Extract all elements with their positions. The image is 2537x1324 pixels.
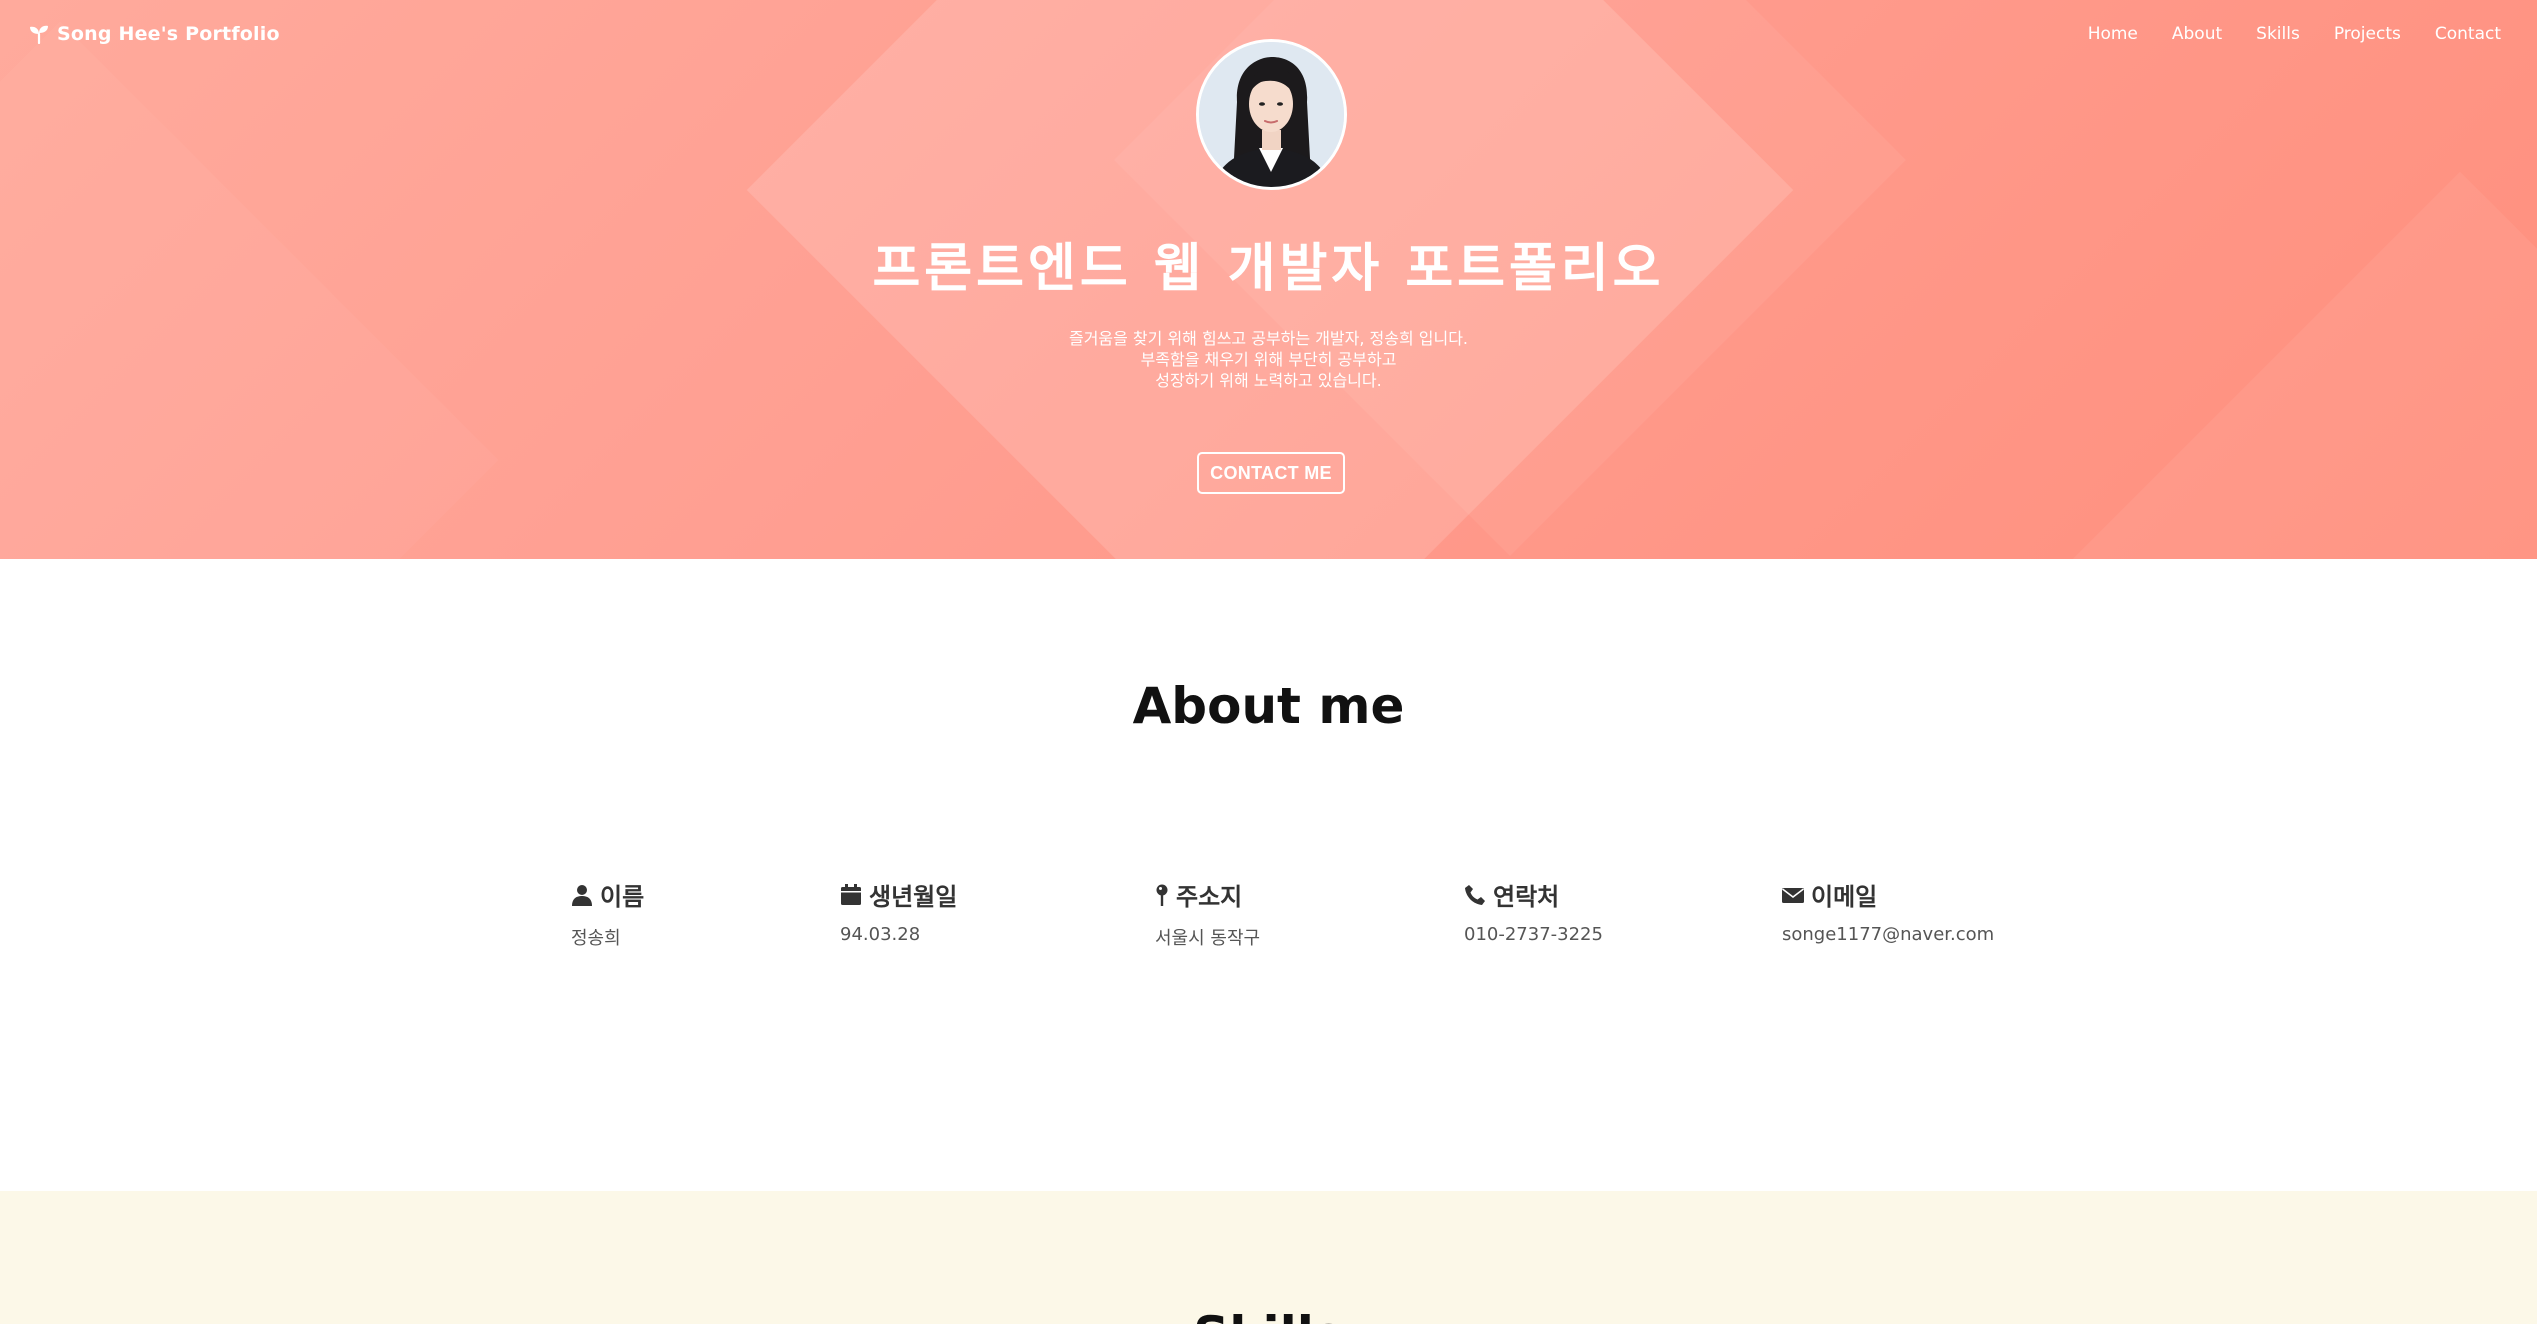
info-birthdate: 생년월일 94.03.28 (840, 877, 957, 945)
nav-menu: Home About Skills Projects Contact (2054, 24, 2501, 44)
info-label-text: 연락처 (1493, 883, 1560, 911)
about-title: About me (1132, 677, 1405, 735)
user-icon (572, 884, 592, 906)
info-label-text: 주소지 (1176, 883, 1243, 911)
map-pin-icon (1156, 884, 1168, 906)
info-label: 주소지 (1155, 877, 1260, 912)
nav-skills-link[interactable]: Skills (2256, 24, 2300, 44)
phone-icon (1465, 884, 1485, 905)
calendar-icon (841, 883, 861, 905)
info-label: 이메일 (1782, 877, 1994, 912)
envelope-icon (1782, 887, 1804, 903)
sprout-icon (30, 25, 48, 44)
nav-projects-link[interactable]: Projects (2334, 24, 2401, 44)
info-value: 94.03.28 (840, 924, 921, 945)
hero-description-line: 즐거움을 찾기 위해 힘쓰고 공부하는 개발자, 정송희 입니다. (1068, 329, 1469, 348)
skills-section: Skills (0, 1191, 2537, 1324)
hero-description-line: 성장하기 위해 노력하고 있습니다. (1155, 371, 1382, 390)
brand-logo[interactable]: Song Hee's Portfolio (29, 23, 280, 45)
info-label: 연락처 (1464, 877, 1603, 912)
info-label: 이름 (571, 877, 644, 912)
info-value: 010-2737-3225 (1464, 924, 1603, 945)
info-address: 주소지 서울시 동작구 (1155, 877, 1260, 950)
info-email: 이메일 songe1177@naver.com (1782, 877, 1994, 945)
hero-description-line: 부족함을 채우기 위해 부단히 공부하고 (1140, 350, 1397, 369)
nav-about-link[interactable]: About (2172, 24, 2222, 44)
info-value: songe1177@naver.com (1782, 924, 1995, 945)
skills-title: Skills (0, 1306, 2537, 1324)
hero-title: 프론트엔드 웹 개발자 포트폴리오 (872, 239, 1665, 299)
info-value: 정송희 (571, 928, 621, 949)
info-name: 이름 정송희 (571, 877, 644, 950)
info-label: 생년월일 (840, 877, 957, 912)
nav-home-link[interactable]: Home (2088, 24, 2138, 44)
hero-section: Song Hee's Portfolio Home About Skills P… (0, 0, 2537, 559)
about-section: About me 이름 정송희 생년월일 94.03.28 주소지 서울시 동작… (0, 559, 2537, 1191)
contact-me-button[interactable]: CONTACT ME (1197, 452, 1345, 494)
nav-contact-link[interactable]: Contact (2435, 24, 2501, 44)
hero-description: 즐거움을 찾기 위해 힘쓰고 공부하는 개발자, 정송희 입니다. 부족함을 채… (0, 328, 2537, 391)
brand-name: Song Hee's Portfolio (57, 23, 280, 45)
info-value: 서울시 동작구 (1155, 928, 1261, 949)
info-label-text: 이름 (600, 883, 645, 911)
navbar: Song Hee's Portfolio Home About Skills P… (0, 0, 2537, 72)
info-label-text: 이메일 (1811, 883, 1878, 911)
info-label-text: 생년월일 (869, 883, 958, 911)
info-phone: 연락처 010-2737-3225 (1464, 877, 1603, 945)
